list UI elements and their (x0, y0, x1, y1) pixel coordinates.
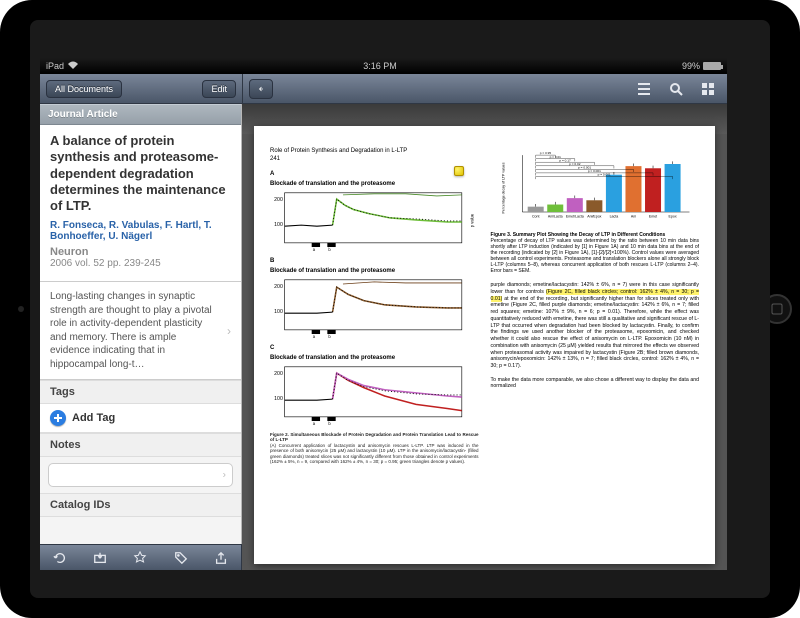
figure-3-barchart: Percentage decay of LTP values Cont Ani/La… (491, 148, 700, 228)
svg-text:100: 100 (274, 222, 283, 228)
running-head: Role of Protein Synthesis and Degradatio… (270, 148, 479, 156)
panel-b-chart: 200 100 a b (270, 277, 479, 341)
tag-button[interactable] (168, 547, 194, 569)
figure-3-caption: Figure 3. Summary Plot Showing the Decay… (491, 232, 700, 274)
svg-text:100: 100 (274, 309, 283, 315)
chevron-right-icon: › (223, 470, 226, 481)
svg-text:a: a (313, 334, 316, 339)
front-camera (18, 306, 24, 312)
svg-text:b: b (328, 247, 331, 252)
share-button[interactable] (208, 547, 234, 569)
favorite-button[interactable] (127, 547, 153, 569)
sidebar: Journal Article A balance of protein syn… (40, 104, 242, 544)
svg-text:b: b (328, 421, 331, 426)
tag-icon (174, 551, 188, 565)
body-text: purple diamonds; emetine/lactacystin: 14… (491, 282, 700, 390)
annotation-note-icon[interactable] (454, 166, 464, 176)
article-authors: R. Fonseca, R. Vabulas, F. Hartl, T. Bon… (50, 220, 231, 242)
status-bar: iPad 3:16 PM 99% (40, 58, 727, 74)
article-info[interactable]: A balance of protein synthesis and prote… (40, 125, 241, 282)
document-viewer[interactable]: Role of Protein Synthesis and Degradatio… (242, 104, 727, 570)
svg-text:200: 200 (274, 284, 283, 290)
svg-text:Ani/Epox: Ani/Epox (587, 214, 601, 218)
search-icon (668, 81, 684, 97)
notes-header: Notes (40, 433, 241, 457)
ipad-frame: iPad 3:16 PM 99% All Documents Edit (0, 0, 800, 618)
pdf-page[interactable]: Role of Protein Synthesis and Degradatio… (254, 126, 715, 564)
grid-icon (700, 81, 716, 97)
tags-header: Tags (40, 380, 241, 404)
back-arrow-icon (258, 83, 264, 95)
list-icon (636, 81, 652, 97)
viewer-toolbar (242, 74, 727, 104)
svg-text:p value: p value (469, 213, 474, 227)
section-journal-article: Journal Article (40, 104, 241, 125)
figure-2-caption: Figure 2. Simultaneous Blockade of Prote… (270, 432, 479, 464)
share-icon (214, 551, 228, 565)
article-abstract: Long-lasting changes in synaptic strengt… (50, 290, 231, 371)
panel-c-chart: 200 100 a b (270, 364, 479, 428)
svg-text:200: 200 (274, 371, 283, 377)
sidebar-toolbar: All Documents Edit (40, 74, 242, 104)
all-documents-button[interactable]: All Documents (46, 80, 122, 98)
grid-view-button[interactable] (695, 78, 721, 100)
svg-text:Epox: Epox (668, 214, 676, 218)
svg-text:p = 0.001: p = 0.001 (597, 173, 610, 177)
panel-b-title: Blockade of translation and the proteaso… (270, 268, 479, 276)
chevron-right-icon: › (227, 323, 231, 339)
svg-text:Ani: Ani (630, 214, 635, 218)
svg-text:a: a (313, 247, 316, 252)
svg-text:Lacta: Lacta (609, 214, 618, 218)
panel-a-title: Blockade of translation and the proteaso… (270, 181, 479, 189)
clock: 3:16 PM (78, 61, 682, 71)
panel-c-title: Blockade of translation and the proteaso… (270, 355, 479, 363)
plus-icon (50, 410, 66, 426)
back-button[interactable] (249, 79, 273, 99)
svg-text:Emet/Lacta: Emet/Lacta (565, 214, 583, 218)
article-journal: Neuron (50, 246, 231, 258)
svg-text:100: 100 (274, 396, 283, 402)
svg-text:b: b (328, 334, 331, 339)
notes-row[interactable]: › (48, 463, 233, 487)
page-number: 241 (270, 156, 479, 164)
svg-text:a: a (313, 421, 316, 426)
svg-text:Percentage decay of LTP values: Percentage decay of LTP values (501, 162, 505, 213)
wifi-icon (68, 61, 78, 71)
refresh-button[interactable] (47, 547, 73, 569)
battery-icon (703, 62, 721, 70)
star-icon (133, 551, 147, 565)
add-tag-button[interactable]: Add Tag (40, 404, 241, 433)
svg-text:Ani/Lacta: Ani/Lacta (547, 214, 562, 218)
battery-label: 99% (682, 61, 700, 71)
panel-a-chart: 200 100 a b p value (270, 190, 479, 254)
svg-text:Emet: Emet (648, 214, 656, 218)
carrier-label: iPad (46, 61, 64, 71)
screen: iPad 3:16 PM 99% All Documents Edit (40, 58, 727, 570)
article-abstract-row[interactable]: Long-lasting changes in synaptic strengt… (40, 282, 241, 380)
catalog-ids-header: Catalog IDs (40, 493, 241, 517)
svg-text:Cont: Cont (531, 214, 539, 218)
refresh-icon (53, 551, 67, 565)
import-button[interactable] (87, 547, 113, 569)
svg-text:200: 200 (274, 197, 283, 203)
add-tag-label: Add Tag (72, 412, 115, 424)
sidebar-bottom-toolbar (40, 544, 242, 570)
article-meta: 2006 vol. 52 pp. 239-245 (50, 258, 231, 269)
edit-button[interactable]: Edit (202, 80, 236, 98)
article-title: A balance of protein synthesis and prote… (50, 133, 231, 214)
import-icon (93, 551, 107, 565)
list-view-button[interactable] (631, 78, 657, 100)
search-button[interactable] (663, 78, 689, 100)
